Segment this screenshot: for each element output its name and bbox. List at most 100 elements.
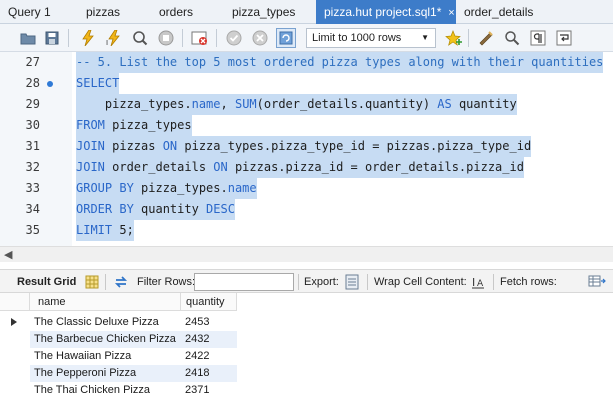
export-label: Export: [304, 276, 339, 288]
tab-query-1[interactable]: Query 1 [8, 0, 51, 24]
editor-line-34: 34 ORDER BY quantity DESC [0, 199, 613, 220]
row-selector[interactable] [0, 365, 30, 382]
code-keyword: name [227, 181, 257, 195]
cell-name[interactable]: The Hawaiian Pizza [30, 348, 181, 365]
close-icon[interactable]: × [444, 1, 458, 25]
toggle-error-icon[interactable] [190, 28, 210, 48]
tab-pizza-types[interactable]: pizza_types [232, 0, 295, 24]
code-text: pizzas [104, 139, 163, 153]
commit-icon[interactable] [224, 28, 244, 48]
refresh-icon[interactable] [112, 273, 130, 291]
table-row[interactable]: The Thai Chicken Pizza 2371 [0, 382, 613, 399]
invisible-chars-icon[interactable] [528, 28, 548, 48]
explain-icon[interactable] [130, 28, 150, 48]
wrap-cell-label: Wrap Cell Content: [374, 276, 467, 288]
tab-bar: Query 1 pizzas orders pizza_types pizza.… [0, 0, 613, 24]
cell-quantity[interactable]: 2432 [181, 331, 237, 348]
save-icon[interactable] [42, 28, 62, 48]
stop-icon[interactable] [156, 28, 176, 48]
tab-pizza-hut-project[interactable]: pizza.hut project.sql1* × [316, 0, 456, 24]
editor-line-29: 29 pizza_types.name, SUM(order_details.q… [0, 94, 613, 115]
export-icon[interactable] [343, 273, 361, 291]
column-header-name[interactable]: name [30, 293, 181, 311]
rollback-icon[interactable] [250, 28, 270, 48]
cell-quantity[interactable]: 2422 [181, 348, 237, 365]
line-number: 32 [25, 160, 40, 174]
table-row[interactable]: The Pepperoni Pizza 2418 [0, 365, 613, 382]
limit-rows-value: Limit to 1000 rows [312, 32, 402, 44]
row-selector[interactable] [0, 314, 30, 331]
wrap-icon[interactable] [554, 28, 574, 48]
execute-current-icon[interactable]: I [104, 28, 124, 48]
code-line: JOIN pizzas ON pizza_types.pizza_type_id… [76, 136, 532, 157]
code-keyword: GROUP BY [76, 181, 134, 195]
code-text: quantity [133, 202, 207, 216]
code-keyword: SELECT [76, 73, 120, 94]
sql-editor-toolbar: I Limit to 1000 rows ▼ [0, 24, 613, 52]
scroll-left-icon[interactable]: ◀ [4, 248, 12, 261]
tab-label: pizza_types [232, 5, 296, 19]
code-text: ; [126, 223, 134, 237]
table-row[interactable]: The Hawaiian Pizza 2422 [0, 348, 613, 365]
code-keyword: LIMIT [76, 223, 113, 237]
column-header-quantity[interactable]: quantity [181, 293, 237, 311]
folder-icon[interactable] [18, 28, 38, 48]
cell-name[interactable]: The Classic Deluxe Pizza [30, 314, 181, 331]
wrap-cell-icon[interactable]: IA [469, 273, 487, 291]
cell-name[interactable]: The Pepperoni Pizza [30, 365, 181, 382]
cell-name[interactable]: The Thai Chicken Pizza [30, 382, 181, 399]
code-line: pizza_types.name, SUM(order_details.quan… [76, 94, 517, 115]
cell-quantity[interactable]: 2418 [181, 365, 237, 382]
line-number: 34 [25, 202, 40, 216]
code-line: FROM pizza_types [76, 115, 192, 136]
execute-icon[interactable] [78, 28, 98, 48]
code-line: GROUP BY pizza_types.name [76, 178, 257, 199]
fetch-rows-icon[interactable] [588, 273, 606, 291]
code-text: , [220, 97, 235, 111]
code-keyword: AS [437, 97, 452, 111]
statement-marker-icon [47, 81, 53, 87]
add-snippet-icon[interactable] [444, 28, 464, 48]
code-identifier: pizza_types. [104, 97, 192, 111]
grid-icon[interactable] [83, 273, 101, 291]
tab-pizzas[interactable]: pizzas [86, 0, 120, 24]
row-selector[interactable] [0, 382, 30, 399]
limit-rows-select[interactable]: Limit to 1000 rows ▼ [306, 28, 436, 48]
row-selector[interactable] [0, 348, 30, 365]
beautify-icon[interactable] [476, 28, 496, 48]
code-keyword: ON [213, 160, 228, 174]
sql-editor[interactable]: 27 -- 5. List the top 5 most ordered piz… [0, 52, 613, 246]
code-keyword: JOIN [76, 160, 105, 174]
autocommit-icon[interactable] [276, 28, 296, 48]
code-line: LIMIT 5; [76, 220, 134, 241]
line-number: 35 [25, 223, 40, 237]
code-text: order_details [104, 160, 214, 174]
current-row-icon [11, 318, 17, 326]
editor-line-32: 32 JOIN order_details ON pizzas.pizza_id… [0, 157, 613, 178]
filter-rows-input[interactable] [194, 273, 294, 291]
horizontal-scrollbar[interactable]: ◀ [0, 246, 613, 262]
code-line: JOIN order_details ON pizzas.pizza_id = … [76, 157, 524, 178]
code-text: pizza_types.pizza_type_id = pizzas.pizza… [177, 139, 532, 153]
tab-orders[interactable]: orders [159, 0, 193, 24]
table-row[interactable]: The Barbecue Chicken Pizza 2432 [0, 331, 613, 348]
result-grid-label[interactable]: Result Grid [17, 270, 76, 294]
result-grid: name quantity The Classic Deluxe Pizza 2… [0, 293, 613, 402]
find-icon[interactable] [502, 28, 522, 48]
code-keyword: JOIN [76, 139, 105, 153]
row-selector[interactable] [0, 331, 30, 348]
code-line: ORDER BY quantity DESC [76, 199, 235, 220]
tab-order-details[interactable]: order_details [464, 0, 533, 24]
code-function: SUM [234, 97, 257, 111]
editor-line-27: 27 -- 5. List the top 5 most ordered piz… [0, 52, 613, 73]
table-row[interactable]: The Classic Deluxe Pizza 2453 [0, 314, 613, 331]
cell-quantity[interactable]: 2371 [181, 382, 237, 399]
svg-text:I: I [106, 39, 108, 46]
cell-name[interactable]: The Barbecue Chicken Pizza [30, 331, 181, 348]
cell-quantity[interactable]: 2453 [181, 314, 237, 331]
code-keyword: ON [162, 139, 178, 153]
code-comment: -- 5. List the top 5 most ordered pizza … [76, 52, 604, 73]
tab-label: order_details [464, 5, 534, 19]
line-number: 30 [25, 118, 40, 132]
